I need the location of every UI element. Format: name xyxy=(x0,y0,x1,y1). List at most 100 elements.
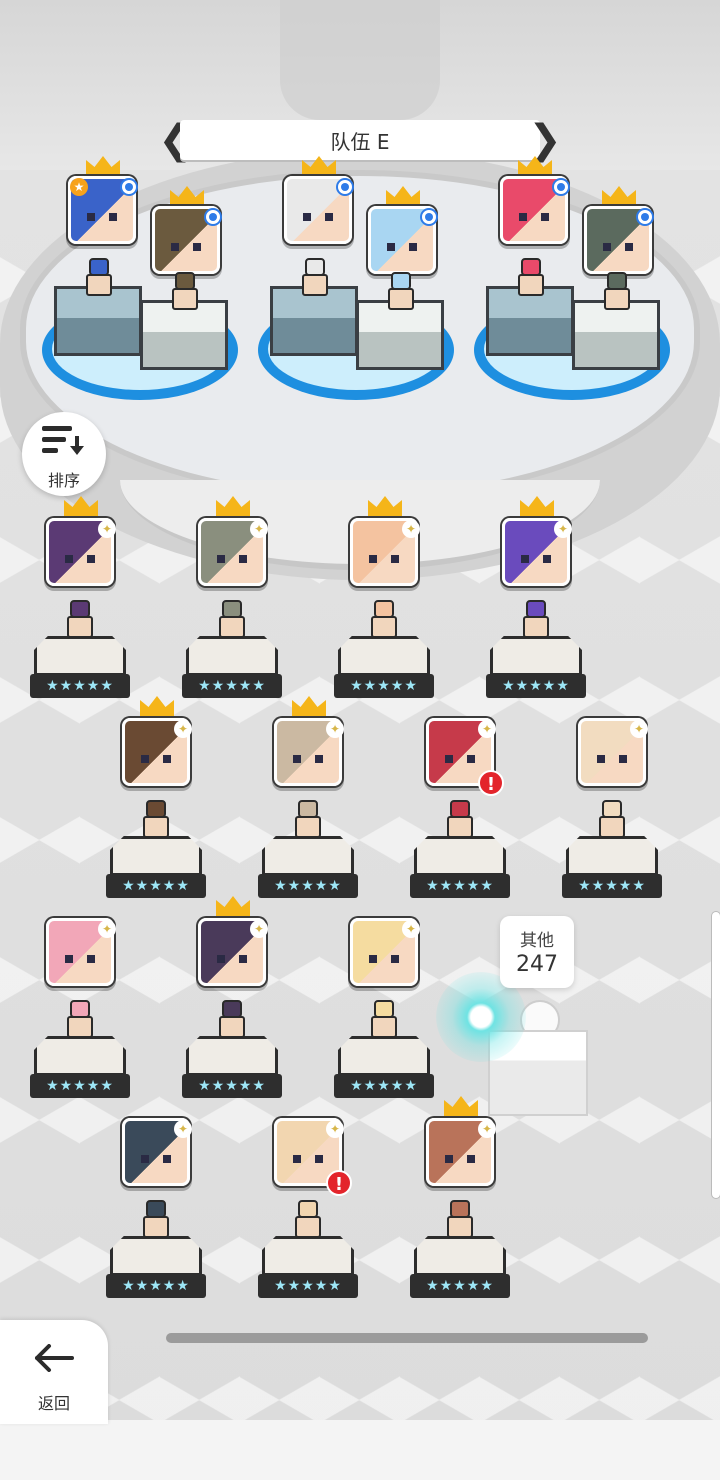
portrait-face xyxy=(369,555,399,563)
character-pedestal[interactable]: ★★★★★ xyxy=(410,1236,510,1306)
others-tooltip[interactable]: 其他 247 xyxy=(500,916,574,988)
portrait-face xyxy=(369,955,399,963)
sparkle-icon: ✦ xyxy=(402,920,420,938)
character-sprite xyxy=(443,800,477,840)
star-rating: ★★★★★ xyxy=(182,674,282,698)
sparkle-icon: ✦ xyxy=(554,520,572,538)
crown-icon xyxy=(292,696,326,716)
pedestal-top xyxy=(566,836,658,876)
back-label: 返回 xyxy=(37,1394,70,1413)
sprite-body xyxy=(388,288,414,310)
star-rating: ★★★★★ xyxy=(410,874,510,898)
character-sprite xyxy=(291,800,325,840)
sparkle-icon: ✦ xyxy=(326,720,344,738)
character-sprite xyxy=(367,1000,401,1040)
team-banner: 队伍 E xyxy=(180,120,540,160)
character-sprite xyxy=(519,600,553,640)
portrait-face xyxy=(171,243,201,251)
character-pedestal[interactable]: ★★★★★ xyxy=(258,1236,358,1306)
portrait-face xyxy=(521,555,551,563)
sparkle-icon: ✦ xyxy=(402,520,420,538)
portrait-face xyxy=(65,555,95,563)
character-pedestal[interactable]: ★★★★★ xyxy=(334,1036,434,1106)
horizontal-scrollbar[interactable] xyxy=(166,1333,648,1343)
pedestal-top xyxy=(186,636,278,676)
portrait-face xyxy=(293,755,323,763)
star-rating: ★★★★★ xyxy=(334,1074,434,1098)
sprite-body xyxy=(86,274,112,296)
sprite-head xyxy=(146,1200,166,1218)
pedestal-top xyxy=(338,1036,430,1076)
character-pedestal[interactable]: ★★★★★ xyxy=(258,836,358,906)
sprite-head xyxy=(70,600,90,618)
sprite-head xyxy=(89,258,109,276)
vertical-scrollbar[interactable] xyxy=(712,912,720,1198)
pedestal-top xyxy=(110,836,202,876)
character-sprite xyxy=(298,258,332,298)
portrait-face xyxy=(597,755,627,763)
sprite-body xyxy=(295,816,321,838)
sparkle-icon: ✦ xyxy=(478,1120,496,1138)
sprite-head xyxy=(374,1000,394,1018)
alert-icon: ! xyxy=(478,770,504,796)
sparkle-icon: ✦ xyxy=(98,920,116,938)
leader-star-icon: ★ xyxy=(70,178,88,196)
star-rating: ★★★★★ xyxy=(106,1274,206,1298)
pedestal-top xyxy=(186,1036,278,1076)
portrait-face xyxy=(217,555,247,563)
sparkle-icon: ✦ xyxy=(174,1120,192,1138)
selected-badge-icon xyxy=(120,178,138,196)
sprite-head xyxy=(521,258,541,276)
pedestal-top xyxy=(414,1236,506,1276)
sprite-body xyxy=(143,816,169,838)
crown-icon xyxy=(444,1096,478,1116)
crown-icon xyxy=(216,896,250,916)
character-pedestal[interactable]: ★★★★★ xyxy=(410,836,510,906)
crown-icon xyxy=(602,186,636,206)
character-sprite xyxy=(82,258,116,298)
portrait-face xyxy=(217,955,247,963)
sprite-body xyxy=(219,616,245,638)
portrait-face xyxy=(603,243,633,251)
pedestal-top xyxy=(34,1036,126,1076)
sprite-head xyxy=(450,1200,470,1218)
bottom-bar xyxy=(0,1420,720,1480)
sprite-body xyxy=(518,274,544,296)
others-label: 其他 xyxy=(520,931,554,951)
selected-badge-icon xyxy=(336,178,354,196)
character-pedestal[interactable]: ★★★★★ xyxy=(182,636,282,706)
character-pedestal[interactable]: ★★★★★ xyxy=(30,1036,130,1106)
alert-icon: ! xyxy=(326,1170,352,1196)
character-pedestal[interactable]: ★★★★★ xyxy=(334,636,434,706)
sort-icon xyxy=(42,426,84,455)
sprite-head xyxy=(222,600,242,618)
sort-button[interactable]: 排序 xyxy=(22,412,106,496)
portrait-face xyxy=(141,755,171,763)
sprite-head xyxy=(222,1000,242,1018)
star-rating: ★★★★★ xyxy=(334,674,434,698)
portrait-face xyxy=(519,213,549,221)
pedestal-top xyxy=(34,636,126,676)
sprite-head xyxy=(298,1200,318,1218)
sprite-head xyxy=(70,1000,90,1018)
character-pedestal[interactable]: ★★★★★ xyxy=(106,836,206,906)
sprite-body xyxy=(523,616,549,638)
selected-badge-icon xyxy=(552,178,570,196)
portrait-face xyxy=(445,755,475,763)
arena-emblem xyxy=(280,0,440,120)
portrait-face xyxy=(65,955,95,963)
sprite-head xyxy=(607,272,627,290)
others-count: 247 xyxy=(516,952,558,977)
back-button[interactable]: 返回 xyxy=(0,1320,108,1424)
character-pedestal[interactable]: ★★★★★ xyxy=(106,1236,206,1306)
character-pedestal[interactable]: ★★★★★ xyxy=(182,1036,282,1106)
character-pedestal[interactable]: ★★★★★ xyxy=(30,636,130,706)
character-pedestal[interactable]: ★★★★★ xyxy=(562,836,662,906)
portrait-face xyxy=(293,1155,323,1163)
sprite-head xyxy=(450,800,470,818)
star-rating: ★★★★★ xyxy=(182,1074,282,1098)
sprite-body xyxy=(67,1016,93,1038)
sprite-body xyxy=(172,288,198,310)
sprite-head xyxy=(305,258,325,276)
character-pedestal[interactable]: ★★★★★ xyxy=(486,636,586,706)
